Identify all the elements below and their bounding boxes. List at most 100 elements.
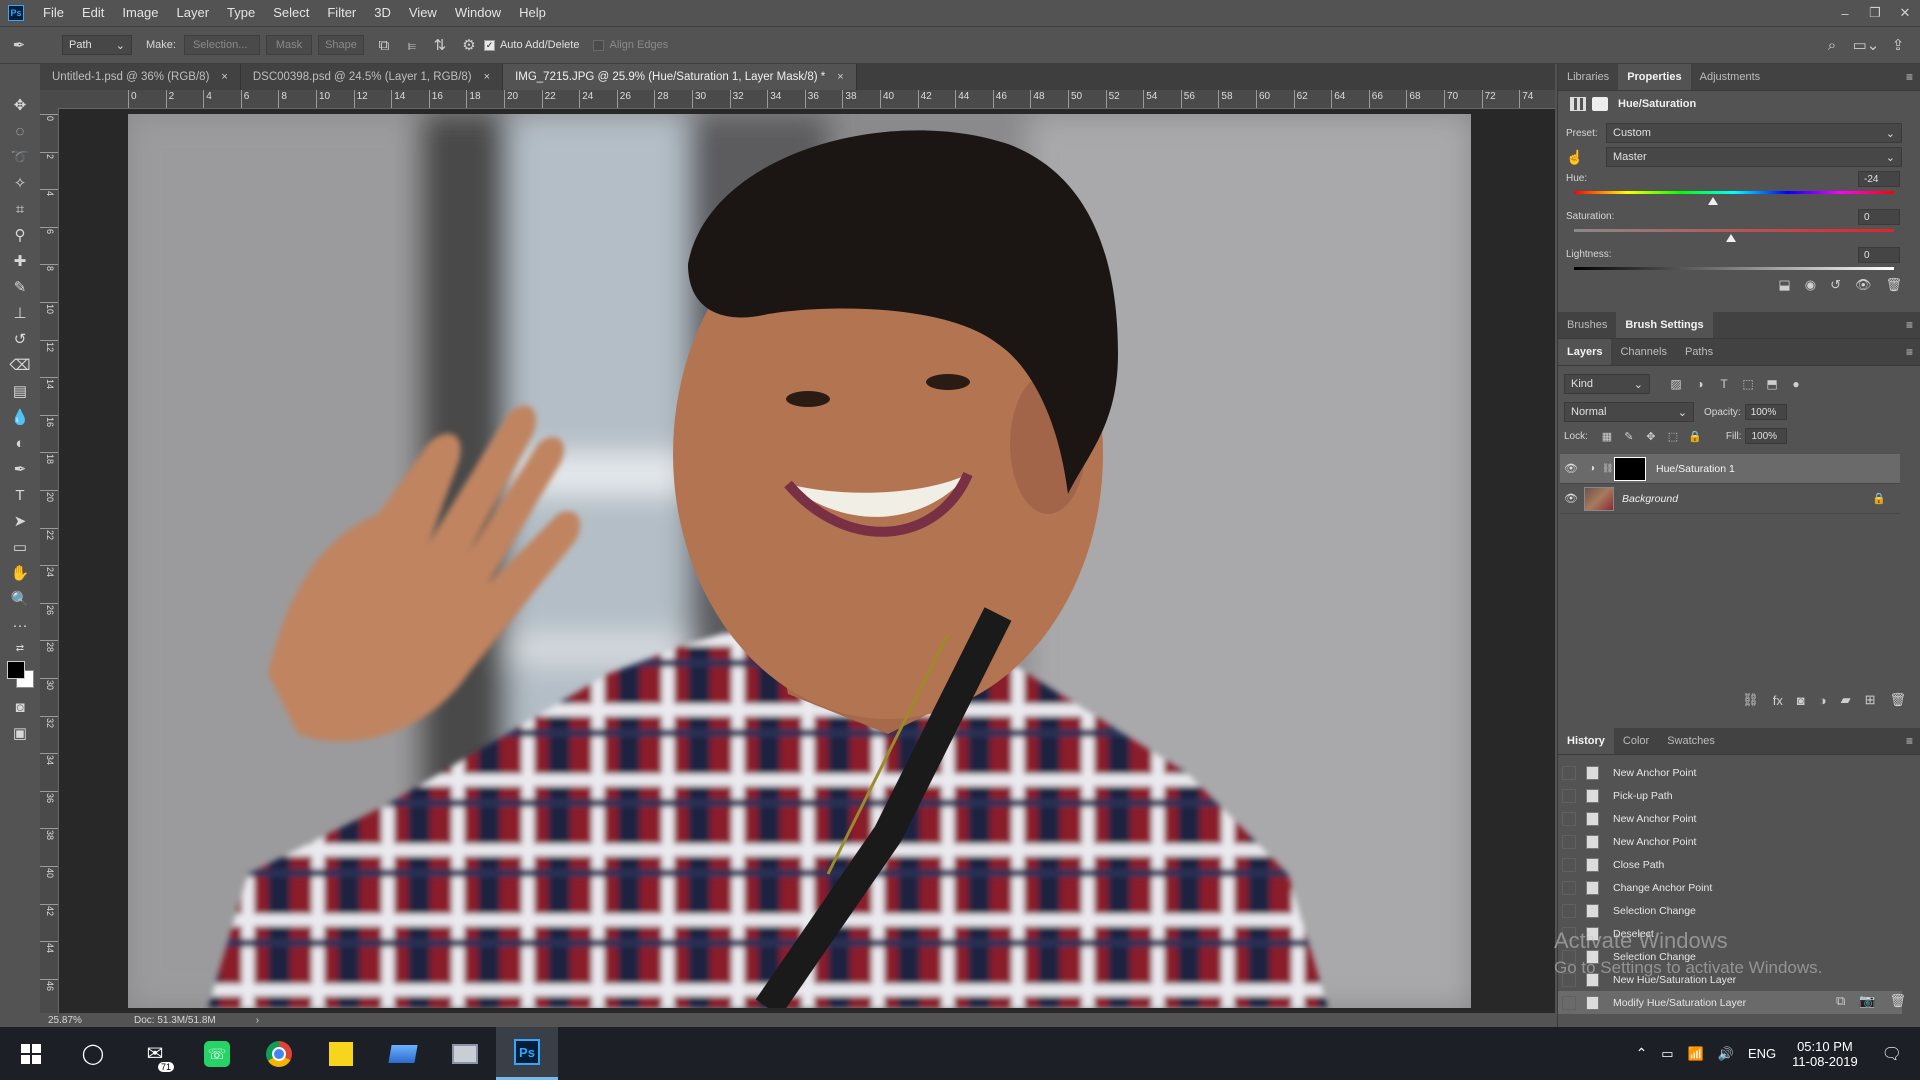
photoshop-logo-icon[interactable]: Ps xyxy=(8,5,24,21)
layer-row[interactable]: 👁 Background 🔒 xyxy=(1560,484,1900,514)
tab-untitled-1[interactable]: Untitled-1.psd @ 36% (RGB/8) × xyxy=(40,64,241,90)
rectangle-tool-icon[interactable]: ▭ xyxy=(0,534,40,560)
mail-app-icon[interactable]: ✉ 71 xyxy=(124,1027,186,1080)
wifi-icon[interactable]: 📶 xyxy=(1688,1046,1704,1062)
menu-type[interactable]: Type xyxy=(218,0,264,26)
hue-value[interactable]: -24 xyxy=(1858,171,1900,187)
brush-tool-icon[interactable]: ✎ xyxy=(0,274,40,300)
status-menu-arrow-icon[interactable]: › xyxy=(256,1015,259,1026)
tab-libraries[interactable]: Libraries xyxy=(1558,64,1618,90)
tab-dsc00398[interactable]: DSC00398.psd @ 24.5% (Layer 1, RGB/8) × xyxy=(240,64,504,90)
lock-transparent-icon[interactable]: ▦ xyxy=(1596,430,1618,443)
more-tools-icon[interactable]: ··· xyxy=(0,612,40,638)
menu-view[interactable]: View xyxy=(400,0,446,26)
new-document-from-state-icon[interactable]: ⧉ xyxy=(1836,993,1845,1009)
crop-tool-icon[interactable]: ⌗ xyxy=(0,196,40,222)
close-icon[interactable]: × xyxy=(221,71,227,83)
panel-menu-icon[interactable]: ≡ xyxy=(1906,345,1913,359)
trash-icon[interactable]: 🗑 xyxy=(1889,993,1906,1009)
history-snapshot-box[interactable] xyxy=(1562,880,1576,895)
eraser-tool-icon[interactable]: ⌫ xyxy=(0,352,40,378)
trash-icon[interactable]: 🗑 xyxy=(1885,277,1902,293)
preset-select[interactable]: Custom ⌄ xyxy=(1606,123,1902,143)
history-item[interactable]: New Anchor Point xyxy=(1558,830,1902,853)
foreground-color-swatch[interactable] xyxy=(7,661,25,679)
dodge-tool-icon[interactable]: ◐ xyxy=(0,430,40,456)
panel-menu-icon[interactable]: ≡ xyxy=(1906,70,1913,84)
restore-button[interactable]: ❐ xyxy=(1860,5,1890,21)
type-filter-icon[interactable]: T xyxy=(1712,377,1736,391)
history-snapshot-box[interactable] xyxy=(1562,857,1576,872)
tab-channels[interactable]: Channels xyxy=(1611,339,1675,365)
mask-button[interactable]: Mask xyxy=(265,35,312,55)
photoshop-taskbar-icon[interactable]: Ps xyxy=(496,1027,558,1080)
visibility-eye-icon[interactable]: 👁 xyxy=(1560,462,1582,475)
panel-menu-icon[interactable]: ≡ xyxy=(1906,734,1913,748)
history-snapshot-box[interactable] xyxy=(1562,903,1576,918)
panel-menu-icon[interactable]: ≡ xyxy=(1906,318,1913,332)
lock-position-icon[interactable]: ✥ xyxy=(1640,430,1662,443)
menu-filter[interactable]: Filter xyxy=(318,0,365,26)
align-edges-checkbox[interactable] xyxy=(593,39,605,51)
close-icon[interactable]: × xyxy=(484,71,490,83)
menu-window[interactable]: Window xyxy=(446,0,510,26)
layer-thumbnail[interactable] xyxy=(1584,486,1614,511)
targeted-adjustment-hand-icon[interactable]: ☝ xyxy=(1566,149,1606,166)
history-snapshot-box[interactable] xyxy=(1562,811,1576,826)
zoom-level[interactable]: 25.87% xyxy=(48,1015,128,1026)
marquee-tool-icon[interactable]: ◌ xyxy=(0,118,40,144)
gear-icon[interactable]: ⚙ xyxy=(454,36,484,54)
history-snapshot-box[interactable] xyxy=(1562,765,1576,780)
lightness-value[interactable]: 0 xyxy=(1858,247,1900,263)
adjustment-icon[interactable] xyxy=(1570,97,1586,111)
menu-edit[interactable]: Edit xyxy=(73,0,113,26)
reset-icon[interactable]: ↺ xyxy=(1830,277,1841,293)
search-icon[interactable]: ⌕ xyxy=(1816,37,1848,54)
history-item[interactable]: New Anchor Point xyxy=(1558,807,1902,830)
sticky-notes-icon[interactable] xyxy=(310,1027,372,1080)
new-layer-icon[interactable]: ⊞ xyxy=(1865,692,1876,708)
clip-to-layer-icon[interactable]: ⬓ xyxy=(1778,277,1790,293)
default-colors-icon[interactable]: ⇄ xyxy=(0,638,40,658)
tab-color[interactable]: Color xyxy=(1614,728,1658,754)
share-icon[interactable]: ⇪ xyxy=(1884,36,1912,54)
pixel-filter-icon[interactable]: ▨ xyxy=(1664,377,1688,391)
shape-button[interactable]: Shape xyxy=(317,35,364,55)
battery-icon[interactable]: ▭ xyxy=(1661,1046,1673,1062)
saturation-value[interactable]: 0 xyxy=(1858,209,1900,225)
tab-history[interactable]: History xyxy=(1558,728,1614,754)
close-icon[interactable]: × xyxy=(837,71,843,83)
auto-add-delete-checkbox[interactable]: ✓ xyxy=(483,39,495,51)
menu-image[interactable]: Image xyxy=(113,0,167,26)
visibility-eye-icon[interactable]: 👁 xyxy=(1855,277,1872,293)
type-tool-icon[interactable]: T xyxy=(0,482,40,508)
whatsapp-icon[interactable]: ☏ xyxy=(186,1027,248,1080)
hand-tool-icon[interactable]: ✋ xyxy=(0,560,40,586)
minimize-button[interactable]: – xyxy=(1830,6,1860,21)
document-image[interactable] xyxy=(128,114,1471,1008)
layer-mask-thumbnail[interactable] xyxy=(1614,456,1646,481)
mask-icon[interactable] xyxy=(1592,97,1608,111)
lasso-tool-icon[interactable]: ➰ xyxy=(0,144,40,170)
pen-tool-icon[interactable]: ✒ xyxy=(0,456,40,482)
new-adjustment-icon[interactable]: ◑ xyxy=(1819,693,1827,708)
file-explorer-icon[interactable] xyxy=(434,1027,496,1080)
workspace-icon[interactable]: ▭⌄ xyxy=(1848,36,1884,54)
vertical-ruler[interactable]: 0 2 4 6 8 10 12 14 16 18 20 22 24 26 28 30 32 34 36 38 40 42 4… xyxy=(40,108,59,1025)
move-tool-icon[interactable]: ✥ xyxy=(0,92,40,118)
menu-help[interactable]: Help xyxy=(510,0,555,26)
layer-name[interactable]: Hue/Saturation 1 xyxy=(1656,463,1735,475)
lock-artboard-icon[interactable]: ⬚ xyxy=(1662,430,1684,443)
filter-toggle-icon[interactable]: ● xyxy=(1784,377,1808,391)
link-icon[interactable]: ⛓ xyxy=(1602,463,1613,474)
smart-object-filter-icon[interactable]: ⬒ xyxy=(1760,377,1784,391)
windows-media-icon[interactable] xyxy=(372,1027,434,1080)
clone-stamp-tool-icon[interactable]: ⊥ xyxy=(0,300,40,326)
lock-all-icon[interactable]: 🔒 xyxy=(1684,430,1706,443)
link-layers-icon[interactable]: ⛓ xyxy=(1742,692,1759,708)
history-item[interactable]: Pick-up Path xyxy=(1558,784,1902,807)
tab-adjustments[interactable]: Adjustments xyxy=(1691,64,1770,90)
tab-brush-settings[interactable]: Brush Settings xyxy=(1616,312,1713,338)
cortana-search-icon[interactable]: ◯ xyxy=(62,1027,124,1080)
menu-file[interactable]: File xyxy=(34,0,73,26)
